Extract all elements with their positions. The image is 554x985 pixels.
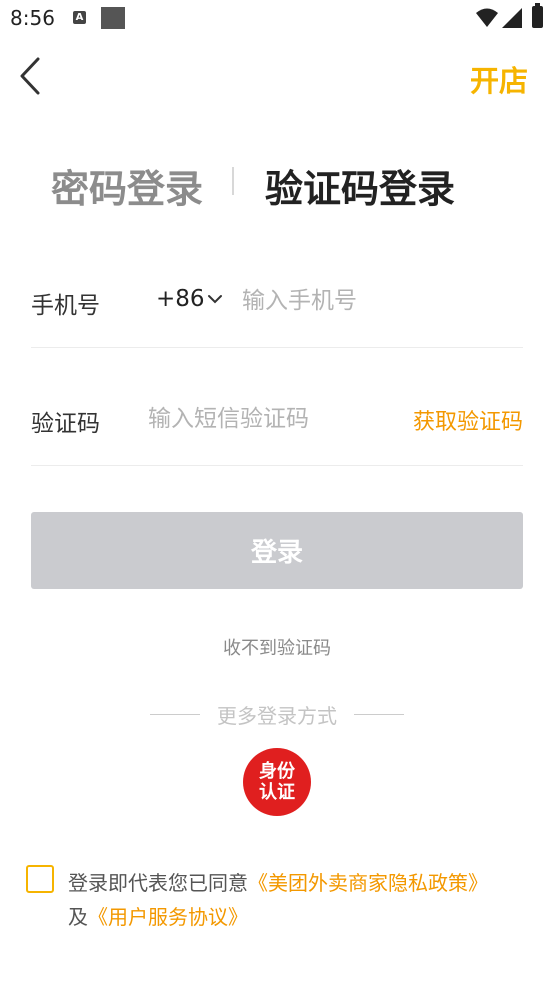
phone-input[interactable] xyxy=(242,286,512,316)
login-button[interactable]: 登录 xyxy=(31,512,523,589)
sms-code-input[interactable] xyxy=(148,404,398,434)
agreement-and: 及 xyxy=(68,905,88,929)
agreement-text: 登录即代表您已同意《美团外卖商家隐私政策》 xyxy=(68,867,488,896)
tab-sms-login[interactable]: 验证码登录 xyxy=(265,158,455,213)
phone-label: 手机号 xyxy=(31,293,100,319)
get-code-button[interactable]: 获取验证码 xyxy=(413,404,523,436)
more-login-methods: 更多登录方式 xyxy=(150,700,404,729)
notification-square-icon xyxy=(101,7,125,29)
signal-icon xyxy=(502,8,522,28)
agreement-text-line2: 及《用户服务协议》 xyxy=(68,901,248,930)
privacy-policy-link[interactable]: 《美团外卖商家隐私政策》 xyxy=(248,871,488,895)
id-auth-label: 身份认证 xyxy=(259,761,295,803)
agreement-prefix: 登录即代表您已同意 xyxy=(68,871,248,895)
tab-divider xyxy=(232,167,234,195)
country-code-selector[interactable]: +86 xyxy=(156,286,223,312)
user-agreement-link[interactable]: 《用户服务协议》 xyxy=(88,905,248,929)
chevron-down-icon xyxy=(207,295,222,304)
status-time: 8:56 xyxy=(10,6,55,30)
open-store-link[interactable]: 开店 xyxy=(470,58,528,100)
code-row-divider xyxy=(31,465,523,466)
notification-a-icon: A xyxy=(73,11,86,24)
agreement-checkbox[interactable] xyxy=(26,865,54,893)
back-button[interactable] xyxy=(14,56,48,96)
chevron-left-icon xyxy=(20,57,40,95)
divider-line-right xyxy=(354,714,404,715)
code-label: 验证码 xyxy=(31,411,100,437)
status-bar: 8:56 A xyxy=(0,0,554,38)
id-auth-button[interactable]: 身份认证 xyxy=(243,748,311,816)
more-methods-label: 更多登录方式 xyxy=(217,704,337,728)
no-code-link[interactable]: 收不到验证码 xyxy=(0,634,554,660)
country-code-value: +86 xyxy=(156,286,205,312)
wifi-icon xyxy=(476,8,498,27)
phone-row-divider xyxy=(31,347,523,348)
divider-line-left xyxy=(150,714,200,715)
battery-icon xyxy=(532,3,543,28)
tab-password-login[interactable]: 密码登录 xyxy=(51,158,203,213)
